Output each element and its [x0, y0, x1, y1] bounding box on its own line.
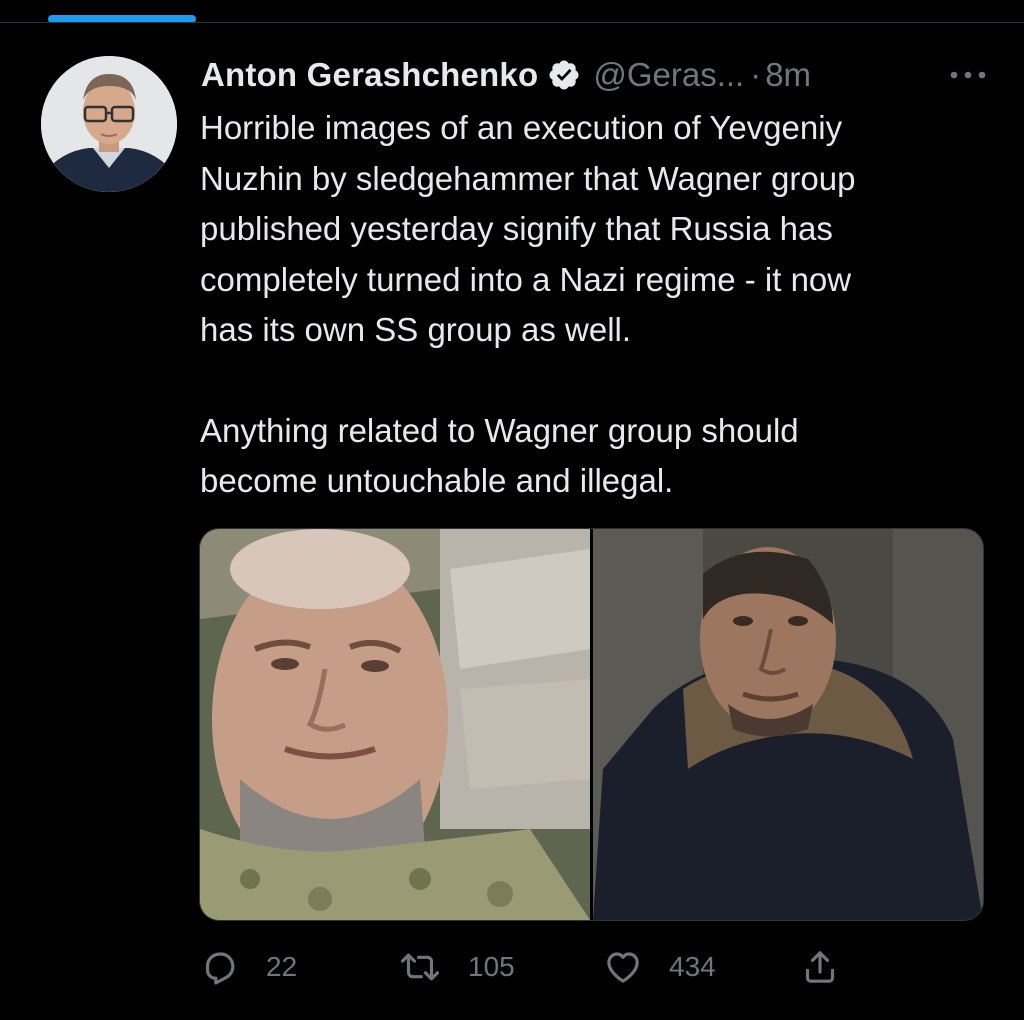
like-count: 434: [669, 951, 716, 982]
tweet-actions: 22 105 434: [200, 943, 850, 991]
tweet-paragraph: Anything related to Wagner group should …: [200, 411, 799, 500]
retweet-button[interactable]: 105: [398, 943, 515, 991]
media-photo-1[interactable]: [200, 529, 590, 920]
separator-dot: ·: [750, 56, 762, 93]
retweet-icon: [398, 947, 442, 987]
media-grid: [199, 528, 984, 921]
avatar[interactable]: [41, 56, 177, 192]
like-button[interactable]: 434: [603, 943, 716, 991]
retweet-count: 105: [468, 951, 515, 982]
author-handle[interactable]: @Geras...: [593, 56, 744, 94]
share-button[interactable]: [800, 943, 840, 991]
verified-badge-icon: [547, 58, 581, 92]
tweet-text: Horrible images of an execution of Yevge…: [200, 103, 1000, 507]
reply-count: 22: [266, 951, 298, 982]
reply-icon: [200, 947, 240, 987]
author-name[interactable]: Anton Gerashchenko: [201, 56, 538, 94]
more-options-icon[interactable]: [945, 58, 991, 92]
top-divider: [0, 22, 1024, 23]
tweet-paragraph: Horrible images of an execution of Yevge…: [200, 109, 856, 348]
tweet-timestamp[interactable]: 8m: [765, 56, 811, 94]
reply-button[interactable]: 22: [200, 943, 297, 991]
share-icon: [800, 947, 840, 987]
media-photo-2[interactable]: [593, 529, 983, 920]
tweet-header: Anton Gerashchenko @Geras... · 8m: [201, 52, 991, 98]
like-icon: [603, 947, 643, 987]
avatar-photo: [41, 56, 177, 192]
